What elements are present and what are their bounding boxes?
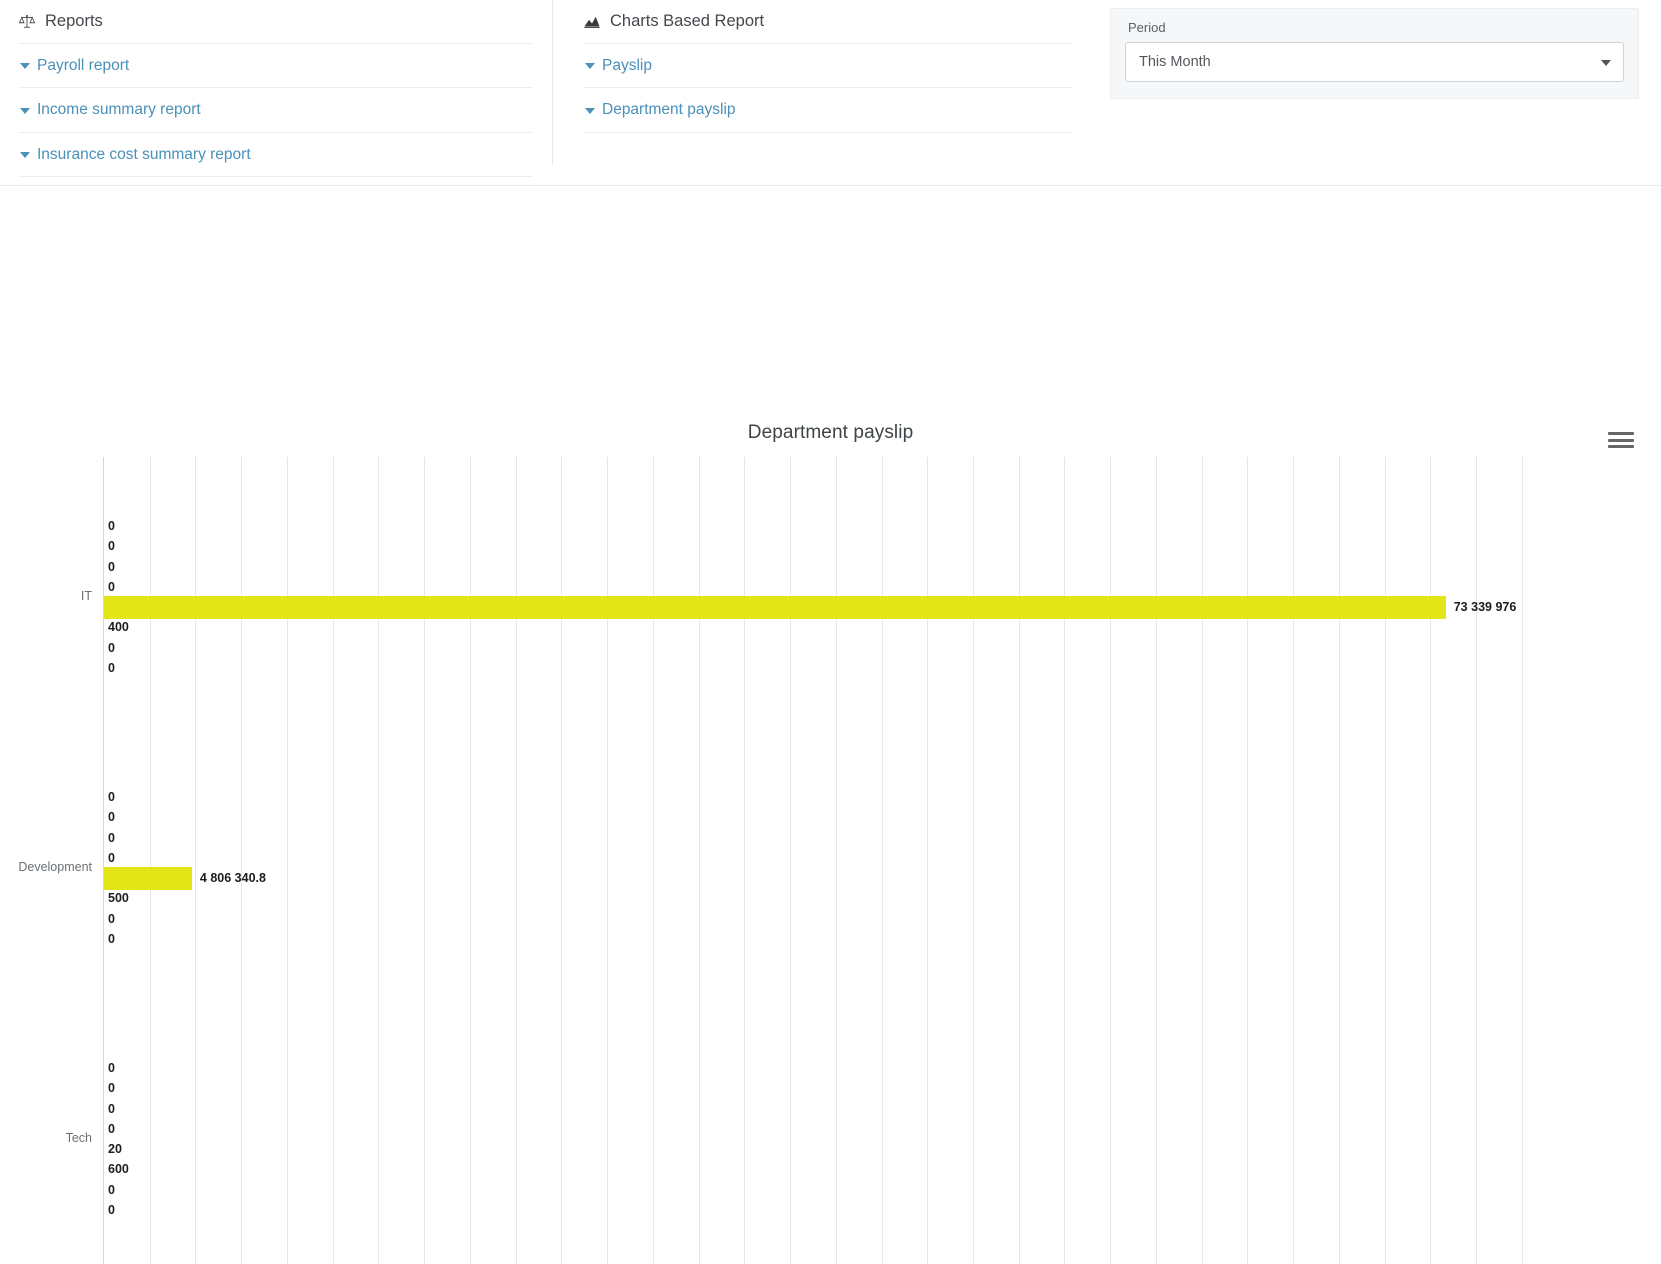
bar-value-label: 600	[108, 1162, 129, 1177]
reports-header-area: Reports Payroll report Income summary re…	[0, 0, 1661, 186]
grid-line	[1247, 457, 1249, 1264]
hamburger-bar	[1608, 432, 1634, 435]
bar-value-label: 0	[108, 559, 115, 574]
bar-value-label: 0	[108, 911, 115, 926]
grid-line	[561, 457, 563, 1264]
grid-line	[1430, 457, 1432, 1264]
chart-plot-area: IT 0 0 0 0 73 339 976 400 0 0 Development 0 0 0 0 4 80…	[18, 457, 1531, 1264]
grid-line	[652, 457, 654, 1264]
chevron-down-icon	[1601, 60, 1611, 66]
bar-value-label: 400	[108, 620, 129, 635]
bar-value-label: 0	[108, 932, 115, 947]
charts-panel-header: Charts Based Report	[583, 9, 1073, 43]
grid-line	[241, 457, 243, 1264]
report-link-income-summary[interactable]: Income summary report	[18, 87, 532, 131]
grid-line	[973, 457, 974, 1264]
chart-title: Department payslip	[747, 422, 914, 443]
grid-line	[698, 457, 700, 1264]
bar-value-label: 0	[108, 1203, 115, 1218]
grid-line	[1293, 457, 1295, 1264]
grid-line	[469, 457, 471, 1264]
bar-value-label: 0	[108, 1101, 115, 1116]
hamburger-bar	[1608, 445, 1634, 448]
report-link-label: Payslip	[602, 56, 652, 74]
report-link-insurance-cost-summary[interactable]: Insurance cost summary report	[18, 131, 532, 177]
category-label: Tech	[65, 1131, 92, 1145]
period-select[interactable]: This Month	[1125, 42, 1624, 82]
scales-icon	[18, 13, 36, 31]
reports-panel: Reports Payroll report Income summary re…	[0, 0, 553, 177]
charts-panel-title: Charts Based Report	[610, 12, 765, 30]
filter-panel: Period This Month	[1093, 0, 1661, 99]
grid-line	[1018, 457, 1020, 1264]
caret-down-icon	[20, 63, 30, 70]
grid-line	[1110, 457, 1112, 1264]
report-link-department-payslip[interactable]: Department payslip	[583, 87, 1073, 133]
report-link-label: Department payslip	[602, 101, 736, 119]
grid-line	[744, 457, 746, 1264]
reports-panel-header: Reports	[18, 9, 532, 43]
chart-icon	[583, 13, 601, 31]
chart-bar[interactable]	[104, 595, 1446, 619]
bar-value-label: 0	[108, 830, 115, 845]
category-label: IT	[80, 589, 92, 603]
bar-value-label: 4 806 340.8	[199, 871, 266, 886]
report-link-label: Insurance cost summary report	[37, 145, 251, 163]
grid-line	[835, 457, 837, 1264]
grid-line	[424, 457, 426, 1264]
grid-line	[286, 457, 288, 1264]
period-label: Period	[1128, 20, 1166, 35]
grid-line	[1384, 457, 1386, 1264]
grid-line	[1476, 457, 1478, 1264]
caret-down-icon	[585, 63, 595, 70]
category-label: Development	[18, 860, 92, 874]
bar-value-label: 73 339 976	[1453, 600, 1517, 615]
report-link-label: Payroll report	[37, 56, 130, 74]
charts-based-report-panel: Charts Based Report Payslip Department p…	[553, 0, 1093, 165]
caret-down-icon	[20, 107, 30, 114]
bar-value-label: 500	[108, 891, 129, 906]
page-root: Reports Payroll report Income summary re…	[0, 0, 1661, 1264]
bar-value-label: 0	[108, 518, 115, 533]
grid-line	[149, 457, 151, 1264]
bar-value-label: 0	[108, 1081, 115, 1096]
report-link-payroll[interactable]: Payroll report	[18, 42, 532, 87]
hamburger-bar	[1608, 438, 1634, 442]
bar-value-label: 0	[108, 850, 115, 865]
grid-line	[1521, 457, 1523, 1264]
grid-line	[881, 457, 883, 1264]
grid-line	[332, 457, 334, 1264]
reports-panel-title: Reports	[45, 12, 103, 30]
bar-value-label: 20	[108, 1142, 122, 1157]
chart-container: Department payslip IT 0 0 0 0 73 339 976 400 0 0…	[0, 186, 1661, 1264]
report-link-payslip[interactable]: Payslip	[583, 42, 1073, 87]
bar-value-label: 0	[108, 579, 115, 594]
grid-line	[790, 457, 792, 1264]
grid-line	[195, 457, 197, 1264]
chart-bar[interactable]	[104, 866, 192, 890]
bar-value-label: 0	[108, 1121, 115, 1136]
bar-value-label: 0	[108, 661, 115, 676]
report-link-label: Income summary report	[37, 101, 201, 119]
grid-line	[1201, 457, 1203, 1264]
bar-value-label: 0	[108, 1060, 115, 1075]
bar-value-label: 0	[108, 810, 115, 825]
grid-line	[607, 457, 609, 1264]
period-select-value: This Month	[1139, 54, 1211, 70]
caret-down-icon	[20, 152, 30, 159]
caret-down-icon	[585, 107, 595, 114]
bar-value-label: 0	[108, 539, 115, 554]
bar-value-label: 0	[108, 1182, 115, 1197]
grid-line	[1064, 457, 1066, 1264]
grid-line	[515, 457, 517, 1264]
grid-line	[1155, 457, 1157, 1264]
hamburger-menu-icon[interactable]	[1608, 430, 1634, 450]
grid-line	[1338, 457, 1340, 1264]
bar-value-label: 0	[108, 640, 115, 655]
grid-line	[378, 457, 380, 1264]
period-filter-card: Period This Month	[1110, 8, 1639, 99]
grid-line	[927, 457, 929, 1264]
bar-value-label: 0	[108, 789, 115, 804]
